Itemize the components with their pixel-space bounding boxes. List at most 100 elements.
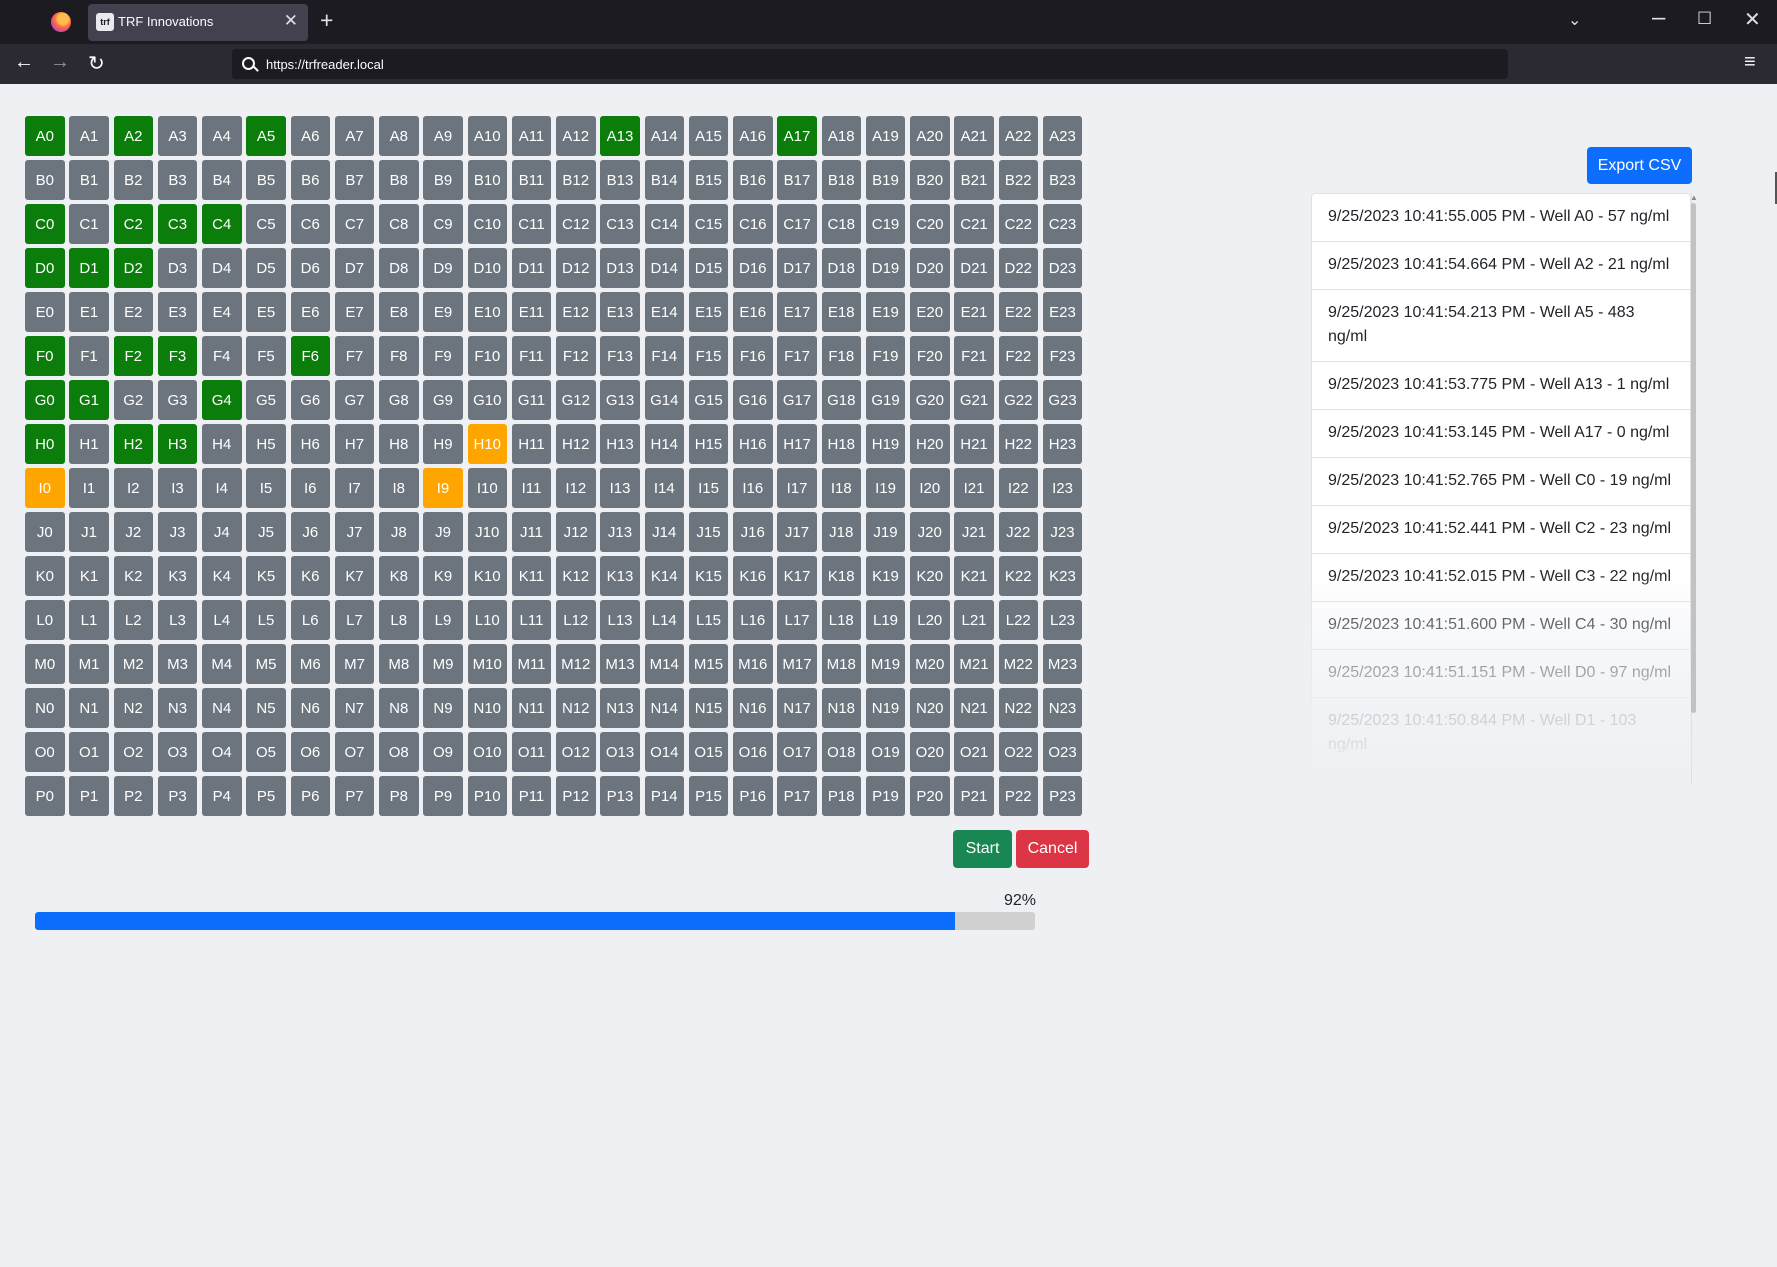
well-P22[interactable]: P22: [998, 776, 1038, 816]
well-I9[interactable]: I9: [423, 468, 463, 508]
well-N11[interactable]: N11: [511, 688, 552, 728]
well-K21[interactable]: K21: [954, 556, 994, 596]
well-A19[interactable]: A19: [865, 116, 906, 156]
well-G5[interactable]: G5: [246, 380, 286, 420]
well-H2[interactable]: H2: [113, 424, 153, 464]
well-M11[interactable]: M11: [511, 644, 552, 684]
well-N6[interactable]: N6: [290, 688, 330, 728]
well-A17[interactable]: A17: [777, 116, 817, 156]
well-A11[interactable]: A11: [511, 116, 552, 156]
well-L5[interactable]: L5: [246, 600, 286, 640]
well-N2[interactable]: N2: [113, 688, 153, 728]
well-A15[interactable]: A15: [688, 116, 729, 156]
well-E16[interactable]: E16: [733, 292, 773, 332]
well-L9[interactable]: L9: [423, 600, 463, 640]
well-L20[interactable]: L20: [910, 600, 950, 640]
well-F11[interactable]: F11: [511, 336, 552, 376]
well-E7[interactable]: E7: [334, 292, 375, 332]
well-F4[interactable]: F4: [202, 336, 242, 376]
close-window-icon[interactable]: ✕: [1744, 7, 1761, 32]
well-B15[interactable]: B15: [688, 160, 729, 200]
well-O8[interactable]: O8: [379, 732, 419, 772]
well-E0[interactable]: E0: [25, 292, 65, 332]
well-C1[interactable]: C1: [69, 204, 109, 244]
well-B13[interactable]: B13: [600, 160, 640, 200]
well-L22[interactable]: L22: [998, 600, 1038, 640]
well-I21[interactable]: I21: [954, 468, 994, 508]
well-P11[interactable]: P11: [511, 776, 552, 816]
well-H6[interactable]: H6: [290, 424, 330, 464]
well-O0[interactable]: O0: [25, 732, 65, 772]
well-K7[interactable]: K7: [334, 556, 375, 596]
well-J12[interactable]: J12: [556, 512, 596, 552]
well-L4[interactable]: L4: [202, 600, 242, 640]
well-J9[interactable]: J9: [423, 512, 463, 552]
well-O7[interactable]: O7: [334, 732, 375, 772]
well-A22[interactable]: A22: [998, 116, 1038, 156]
well-I15[interactable]: I15: [688, 468, 729, 508]
well-K20[interactable]: K20: [910, 556, 950, 596]
well-C5[interactable]: C5: [246, 204, 286, 244]
well-M6[interactable]: M6: [290, 644, 330, 684]
well-F18[interactable]: F18: [821, 336, 861, 376]
well-O21[interactable]: O21: [954, 732, 994, 772]
well-J20[interactable]: J20: [910, 512, 950, 552]
well-C19[interactable]: C19: [865, 204, 906, 244]
well-F2[interactable]: F2: [113, 336, 153, 376]
well-M10[interactable]: M10: [467, 644, 507, 684]
well-D2[interactable]: D2: [113, 248, 153, 288]
well-B23[interactable]: B23: [1042, 160, 1083, 200]
well-D9[interactable]: D9: [423, 248, 463, 288]
well-B1[interactable]: B1: [69, 160, 109, 200]
well-J17[interactable]: J17: [777, 512, 817, 552]
well-A20[interactable]: A20: [910, 116, 950, 156]
export-csv-button[interactable]: Export CSV: [1587, 147, 1692, 184]
well-I7[interactable]: I7: [334, 468, 375, 508]
well-M17[interactable]: M17: [777, 644, 817, 684]
well-M5[interactable]: M5: [246, 644, 286, 684]
well-D6[interactable]: D6: [290, 248, 330, 288]
well-F6[interactable]: F6: [290, 336, 330, 376]
browser-tab[interactable]: trf TRF Innovations ✕: [88, 4, 308, 41]
well-D13[interactable]: D13: [600, 248, 640, 288]
well-E11[interactable]: E11: [511, 292, 552, 332]
well-K15[interactable]: K15: [688, 556, 729, 596]
well-B7[interactable]: B7: [334, 160, 375, 200]
well-N20[interactable]: N20: [910, 688, 950, 728]
well-P14[interactable]: P14: [644, 776, 684, 816]
well-E3[interactable]: E3: [157, 292, 198, 332]
well-D1[interactable]: D1: [69, 248, 109, 288]
well-P18[interactable]: P18: [821, 776, 861, 816]
well-P2[interactable]: P2: [113, 776, 153, 816]
well-E15[interactable]: E15: [688, 292, 729, 332]
well-M4[interactable]: M4: [202, 644, 242, 684]
well-E8[interactable]: E8: [379, 292, 419, 332]
well-J11[interactable]: J11: [511, 512, 552, 552]
well-I2[interactable]: I2: [113, 468, 153, 508]
well-J13[interactable]: J13: [600, 512, 640, 552]
well-A16[interactable]: A16: [733, 116, 773, 156]
well-P10[interactable]: P10: [467, 776, 507, 816]
well-A9[interactable]: A9: [423, 116, 463, 156]
well-P21[interactable]: P21: [954, 776, 994, 816]
well-I4[interactable]: I4: [202, 468, 242, 508]
well-J7[interactable]: J7: [334, 512, 375, 552]
well-F9[interactable]: F9: [423, 336, 463, 376]
well-L11[interactable]: L11: [511, 600, 552, 640]
well-D15[interactable]: D15: [688, 248, 729, 288]
readings-log-scrollbar[interactable]: [1691, 203, 1696, 713]
well-F0[interactable]: F0: [25, 336, 65, 376]
well-H1[interactable]: H1: [69, 424, 109, 464]
well-O6[interactable]: O6: [290, 732, 330, 772]
readings-log-list[interactable]: 9/25/2023 10:41:55.005 PM - Well A0 - 57…: [1311, 193, 1692, 784]
well-J0[interactable]: J0: [25, 512, 65, 552]
well-M18[interactable]: M18: [821, 644, 861, 684]
well-P20[interactable]: P20: [910, 776, 950, 816]
well-F7[interactable]: F7: [334, 336, 375, 376]
well-A3[interactable]: A3: [157, 116, 198, 156]
well-K13[interactable]: K13: [600, 556, 640, 596]
close-tab-icon[interactable]: ✕: [284, 11, 298, 31]
well-D22[interactable]: D22: [998, 248, 1038, 288]
well-C21[interactable]: C21: [954, 204, 994, 244]
reload-icon[interactable]: ↻: [88, 51, 105, 76]
